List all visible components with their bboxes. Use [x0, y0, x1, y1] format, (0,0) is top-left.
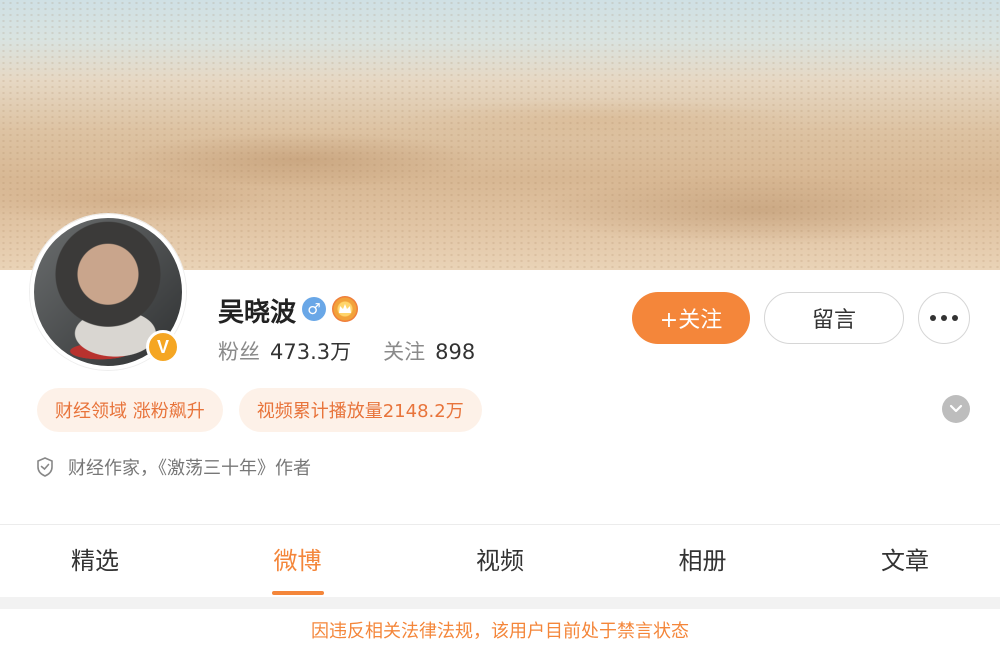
tag-video-plays[interactable]: 视频累计播放量2148.2万 [238, 388, 482, 432]
chevron-down-icon [949, 404, 963, 413]
profile-tabs: 精选 微博 视频 相册 文章 [0, 525, 1000, 597]
fans-label[interactable]: 粉丝 [218, 336, 260, 366]
tab-featured[interactable]: 精选 [20, 525, 170, 597]
more-options-button[interactable] [918, 292, 970, 344]
more-dot-icon [941, 315, 947, 321]
tab-articles[interactable]: 文章 [830, 525, 980, 597]
fans-count[interactable]: 473.3万 [270, 336, 351, 366]
tab-weibo[interactable]: 微博 [223, 525, 373, 597]
male-gender-icon: ♂ [302, 297, 326, 321]
section-separator [0, 597, 1000, 609]
following-count[interactable]: 898 [435, 340, 475, 364]
verified-badge-icon: V [146, 330, 180, 364]
tag-finance-growth[interactable]: 财经领域 涨粉飙升 [37, 388, 223, 432]
profile-tags: 财经领域 涨粉飙升 视频累计播放量2148.2万 [37, 388, 482, 432]
tab-albums[interactable]: 相册 [628, 525, 778, 597]
more-dot-icon [930, 315, 936, 321]
profile-stats: 粉丝 473.3万 关注 898 [218, 336, 497, 366]
expand-tags-button[interactable] [942, 395, 970, 423]
profile-name: 吴晓波 [218, 298, 297, 328]
muted-notice: 因违反相关法律法规，该用户目前处于禁言状态 [0, 609, 1000, 654]
crown-glyph-icon [339, 304, 351, 313]
vip-crown-icon[interactable] [332, 296, 358, 322]
bio-text: 财经作家，《激荡三十年》作者 [68, 458, 311, 479]
follow-button[interactable]: +关注 [632, 292, 750, 344]
shield-verified-icon [37, 457, 53, 477]
following-label[interactable]: 关注 [383, 336, 425, 366]
tab-videos[interactable]: 视频 [425, 525, 575, 597]
message-button[interactable]: 留言 [764, 292, 904, 344]
profile-bio: 财经作家，《激荡三十年》作者 [36, 454, 311, 480]
more-dot-icon [952, 315, 958, 321]
